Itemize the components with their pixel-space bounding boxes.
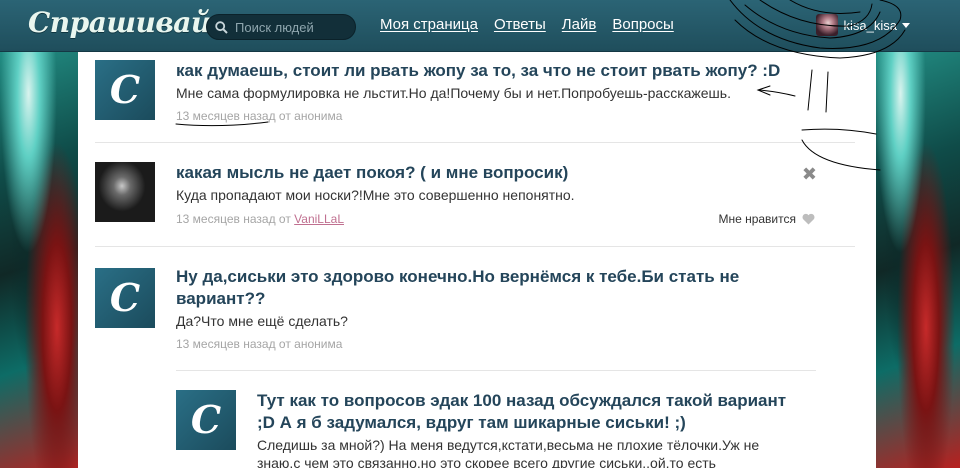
question-title-line2[interactable]: ;D А я б задумался, вдруг там шикарные с… xyxy=(257,412,686,434)
answer-item: C Ну да,сиськи это здорово конечно.Но ве… xyxy=(95,266,835,376)
like-button[interactable]: Мне нравится xyxy=(718,212,815,226)
answer-item: C как думаешь, стоит ли рвать жопу за то… xyxy=(95,60,835,140)
nav-answers[interactable]: Ответы xyxy=(494,16,546,33)
answer-item: какая мысль не дает покоя? ( и мне вопро… xyxy=(95,162,835,242)
search-icon xyxy=(215,20,228,34)
question-title[interactable]: какая мысль не дает покоя? ( и мне вопро… xyxy=(176,162,568,184)
answer-time[interactable]: 13 месяцев назад xyxy=(176,337,276,351)
divider xyxy=(176,370,816,371)
answer-author-link[interactable]: VaniLLaL xyxy=(294,212,344,226)
search-box[interactable] xyxy=(206,14,356,40)
nav-questions[interactable]: Вопросы xyxy=(612,16,673,33)
answer-time[interactable]: 13 месяцев назад xyxy=(176,109,276,123)
answer-author: анонима xyxy=(294,337,343,351)
anonymous-avatar: C xyxy=(95,60,155,120)
answer-meta: 13 месяцев назад от VaniLLaL xyxy=(176,212,344,226)
question-title-line2[interactable]: вариант?? xyxy=(176,288,265,310)
background-right-art xyxy=(875,0,960,468)
username[interactable]: kisa_kisa xyxy=(844,18,897,33)
divider xyxy=(95,142,855,143)
search-input[interactable] xyxy=(235,19,345,35)
question-title-line1[interactable]: Тут как то вопросов эдак 100 назад обсуж… xyxy=(257,390,786,412)
answer-text-line2: знаю,с чем это связанно,но это скорее вс… xyxy=(257,455,716,468)
answer-text-line1: Следишь за мной?) На меня ведутся,кстати… xyxy=(257,437,760,453)
reply-item: C Тут как то вопросов эдак 100 назад обс… xyxy=(176,390,836,468)
top-navigation-bar: Спрашивай.ру Моя страница Ответы Лайв Во… xyxy=(0,0,960,52)
divider xyxy=(95,246,855,247)
question-title[interactable]: как думаешь, стоит ли рвать жопу за то, … xyxy=(176,60,780,82)
question-title-line1[interactable]: Ну да,сиськи это здорово конечно.Но верн… xyxy=(176,266,739,288)
like-label: Мне нравится xyxy=(718,212,796,226)
anonymous-avatar: C xyxy=(95,268,155,328)
answer-meta: 13 месяцев назад от анонима xyxy=(176,337,343,351)
chevron-down-icon[interactable] xyxy=(902,22,910,28)
user-menu[interactable]: kisa_kisa xyxy=(815,14,910,36)
main-nav: Моя страница Ответы Лайв Вопросы xyxy=(380,16,674,33)
user-photo-avatar[interactable] xyxy=(95,162,155,222)
close-icon[interactable]: ✖ xyxy=(802,164,817,185)
user-avatar[interactable] xyxy=(815,14,838,36)
anonymous-avatar: C xyxy=(176,390,236,450)
heart-icon xyxy=(802,213,815,225)
answer-meta: 13 месяцев назад от анонима xyxy=(176,109,343,123)
nav-my-page[interactable]: Моя страница xyxy=(380,16,478,33)
answer-time[interactable]: 13 месяцев назад xyxy=(176,212,276,226)
answers-feed: C как думаешь, стоит ли рвать жопу за то… xyxy=(78,52,876,468)
answer-author: анонима xyxy=(294,109,343,123)
nav-live[interactable]: Лайв xyxy=(562,16,597,33)
answer-text: Да?Что мне ещё сделать? xyxy=(176,313,348,329)
answer-text: Мне сама формулировка не льстит.Но да!По… xyxy=(176,85,731,101)
answer-text: Куда пропадают мои носки?!Мне это соверш… xyxy=(176,187,575,203)
